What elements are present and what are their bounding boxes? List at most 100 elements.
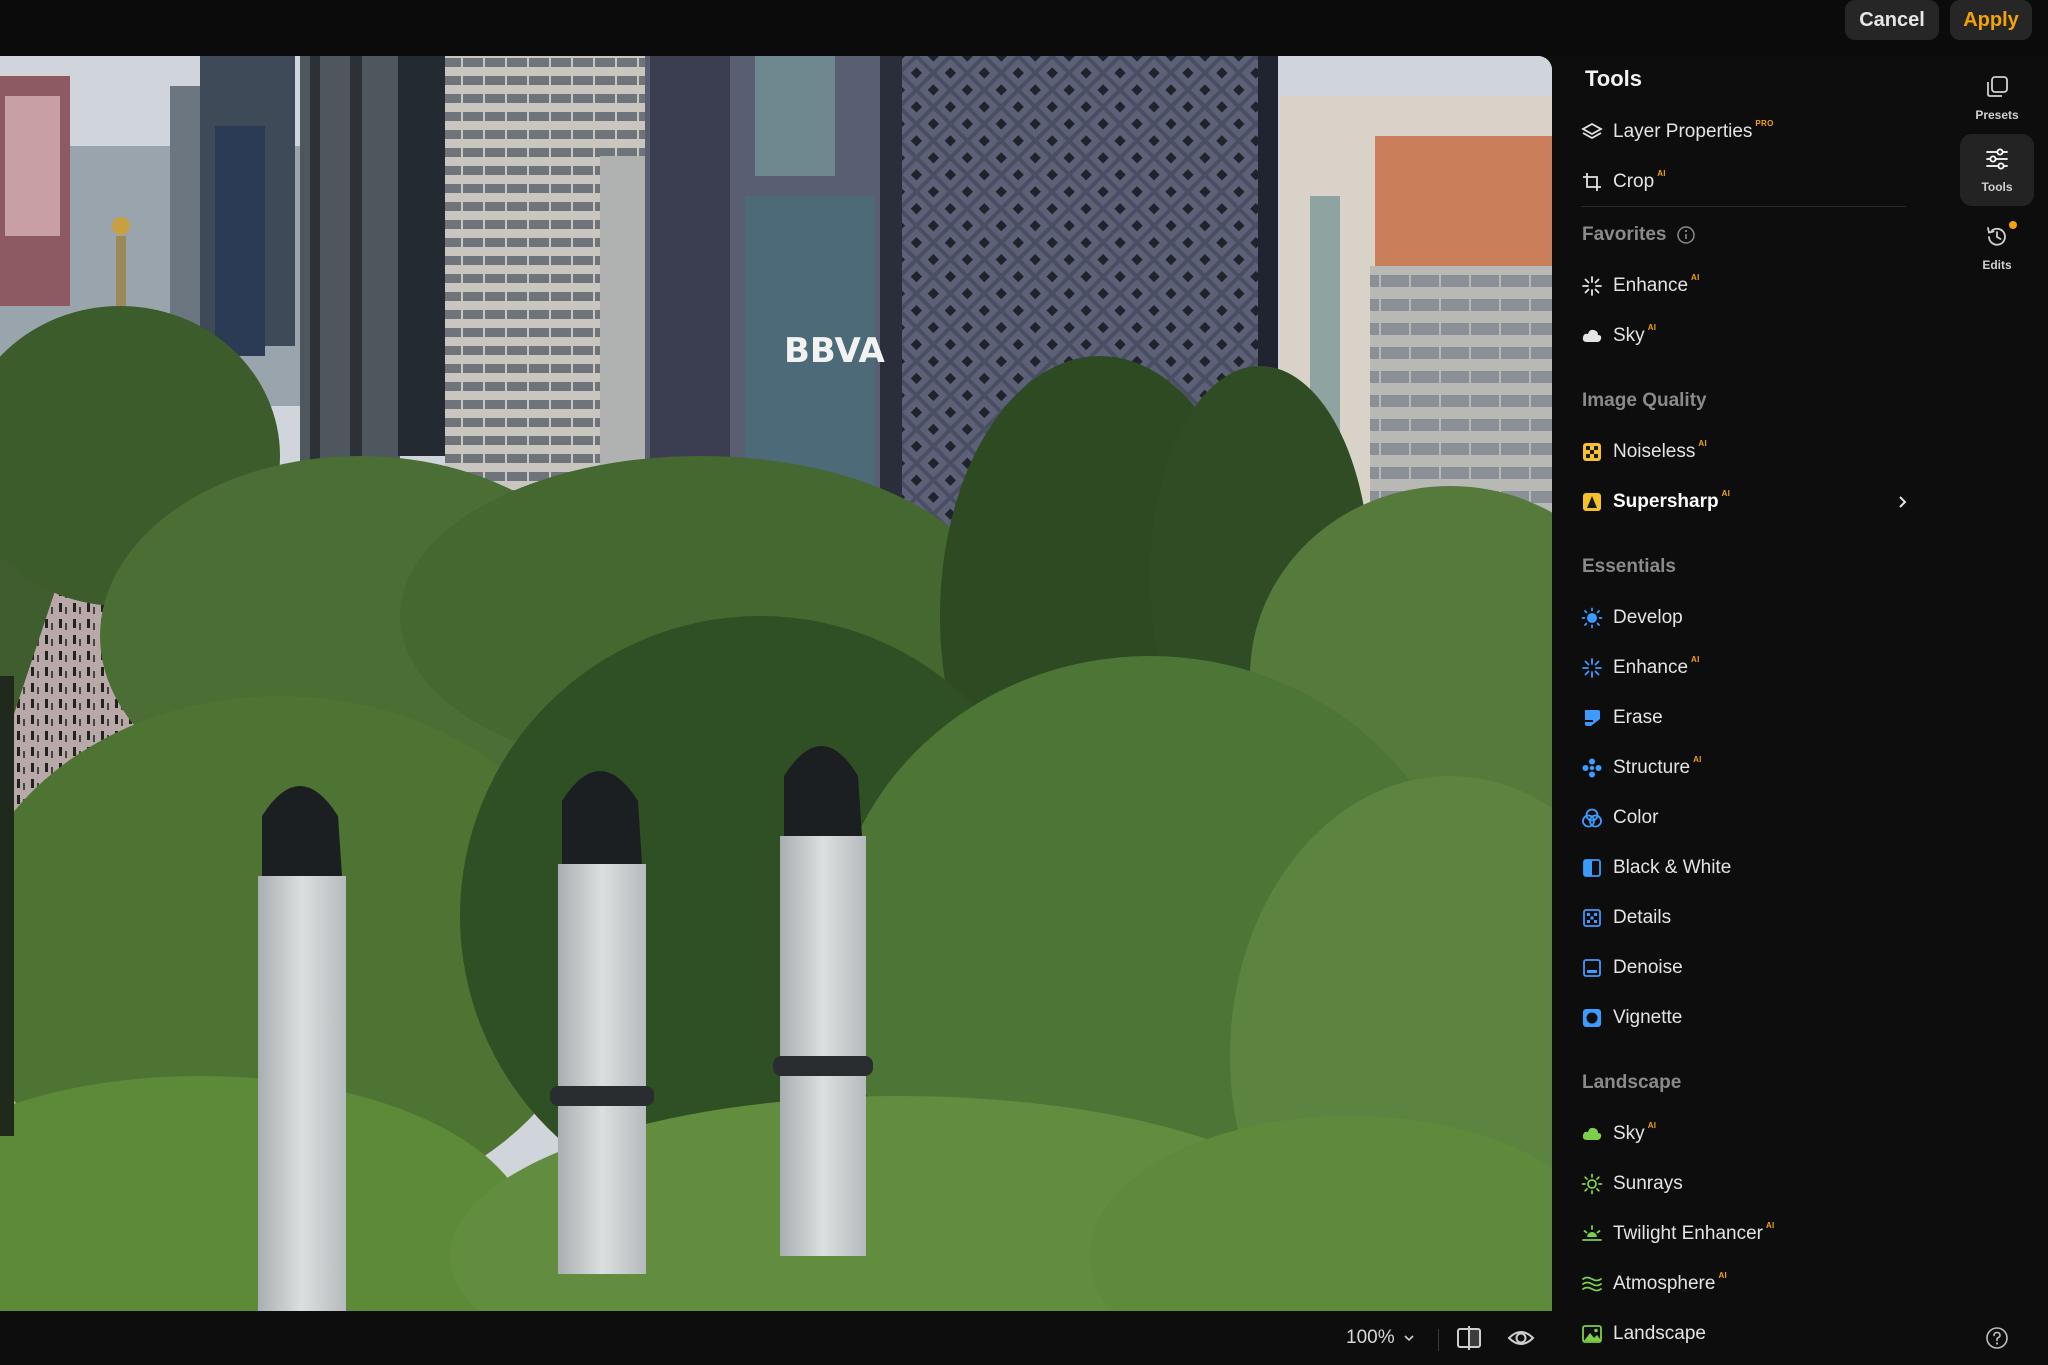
details-icon — [1583, 909, 1601, 927]
tool-label: Sunrays — [1613, 1173, 1683, 1194]
tool-label: Denoise — [1613, 957, 1683, 978]
sun-icon — [1581, 607, 1603, 629]
tool-landscape-sky[interactable]: Sky AI — [1581, 1116, 1911, 1152]
ai-badge: AI — [1765, 1221, 1775, 1230]
tool-erase[interactable]: Erase — [1581, 700, 1911, 736]
rail-label: Presets — [1975, 108, 2019, 122]
ai-badge: AI — [1691, 655, 1700, 664]
ai-badge: AI — [1718, 1271, 1728, 1280]
section-title: Essentials — [1582, 556, 1676, 577]
photo-canvas[interactable]: BBVA — [0, 56, 1552, 1311]
tool-label: Black & White — [1613, 857, 1732, 878]
crop-icon — [1583, 173, 1601, 191]
tool-layer-properties[interactable]: Layer Properties PRO — [1581, 114, 1911, 150]
right-rail: Presets Tools Edits — [1958, 56, 2048, 1365]
ai-badge: AI — [1721, 489, 1731, 498]
top-bar: Cancel Apply — [0, 0, 2048, 56]
landscape-icon — [1582, 1325, 1602, 1343]
tool-vignette[interactable]: Vignette — [1581, 1000, 1911, 1036]
layers-icon — [1581, 122, 1603, 140]
tool-label: Enhance — [1613, 275, 1689, 296]
rail-tools-button[interactable]: Tools — [1960, 134, 2034, 206]
twilight-icon — [1582, 1225, 1602, 1241]
photo-image: BBVA — [0, 56, 1552, 1311]
tool-sunrays[interactable]: Sunrays — [1581, 1166, 1911, 1202]
photo-editor-app: Cancel Apply BBVA 100% Tools Layer Prope… — [0, 0, 2048, 1365]
section-title: Image Quality — [1582, 390, 1707, 411]
color-icon — [1582, 808, 1602, 828]
tool-landscape[interactable]: Landscape — [1581, 1316, 1911, 1352]
tool-crop[interactable]: Crop AI — [1581, 164, 1911, 200]
tool-label: Structure — [1613, 757, 1691, 778]
tool-twilight-enhancer[interactable]: Twilight Enhancer AI — [1581, 1216, 1911, 1252]
cloud-icon — [1582, 329, 1602, 342]
tool-structure[interactable]: Structure AI — [1581, 750, 1911, 786]
pro-badge: PRO — [1755, 119, 1774, 128]
rail-presets-button[interactable]: Presets — [1960, 62, 2034, 134]
bottom-bar: 100% — [0, 1311, 1552, 1365]
tool-label: Twilight Enhancer — [1613, 1223, 1763, 1244]
ai-badge: AI — [1698, 439, 1707, 448]
rail-edits-button[interactable]: Edits — [1960, 212, 2034, 284]
panel-divider — [1581, 206, 1906, 207]
apply-button[interactable]: Apply — [1950, 0, 2032, 40]
tool-label: Noiseless — [1613, 441, 1696, 462]
tool-details[interactable]: Details — [1581, 900, 1911, 936]
bbva-sign: BBVA — [784, 331, 885, 371]
tool-label: Erase — [1613, 707, 1663, 728]
eye-icon[interactable] — [1506, 1324, 1536, 1352]
zoom-dropdown[interactable]: 100% — [1346, 1324, 1415, 1352]
tool-label: Vignette — [1613, 1007, 1683, 1028]
tool-atmosphere[interactable]: Atmosphere AI — [1581, 1266, 1911, 1302]
ai-badge: AI — [1691, 273, 1700, 282]
section-header-landscape: Landscape — [1582, 1072, 1681, 1094]
tool-label: Develop — [1613, 607, 1683, 628]
ai-badge: AI — [1657, 169, 1666, 178]
tool-label: Sky — [1613, 325, 1645, 346]
atmosphere-icon — [1582, 1276, 1602, 1292]
tool-label: Supersharp — [1613, 491, 1719, 512]
cancel-button[interactable]: Cancel — [1845, 0, 1939, 40]
tool-label: Landscape — [1613, 1323, 1706, 1344]
sparkle-icon — [1582, 276, 1602, 296]
section-header-essentials: Essentials — [1582, 556, 1676, 578]
cloud-icon — [1582, 1127, 1602, 1140]
compare-icon[interactable] — [1454, 1324, 1484, 1352]
section-header-favorites: Favorites — [1582, 224, 1696, 246]
tool-supersharp[interactable]: Supersharp AI — [1581, 484, 1911, 520]
section-title: Favorites — [1582, 224, 1667, 245]
tools-panel: Tools Layer Properties PRO Crop AI Favor… — [1552, 56, 1958, 1365]
tool-label: Atmosphere — [1613, 1273, 1716, 1294]
black-white-icon — [1583, 859, 1601, 877]
tool-black-white[interactable]: Black & White — [1581, 850, 1911, 886]
chevron-right-icon — [1899, 496, 1907, 508]
tool-label: Enhance — [1613, 657, 1689, 678]
chevron-down-icon — [1404, 1335, 1414, 1342]
toolbar-divider — [1438, 1329, 1439, 1351]
denoise-icon — [1583, 959, 1601, 977]
tool-denoise[interactable]: Denoise — [1581, 950, 1911, 986]
tool-develop[interactable]: Develop — [1581, 600, 1911, 636]
ai-badge: AI — [1693, 755, 1702, 764]
help-icon[interactable] — [1985, 1326, 2009, 1350]
tool-label: Layer Properties — [1613, 121, 1753, 142]
tool-essentials-enhance[interactable]: Enhance AI — [1581, 650, 1911, 686]
tool-noiseless[interactable]: Noiseless AI — [1581, 434, 1911, 470]
tool-label: Details — [1613, 907, 1672, 928]
sunrays-icon — [1581, 1173, 1603, 1195]
ai-badge: AI — [1647, 1121, 1657, 1130]
sparkle-icon — [1582, 658, 1602, 678]
tool-label: Sky — [1613, 1123, 1645, 1144]
tool-label: Color — [1613, 807, 1659, 828]
rail-label: Tools — [1981, 180, 2013, 194]
structure-icon — [1582, 758, 1602, 778]
tool-favorites-sky[interactable]: Sky AI — [1581, 318, 1911, 354]
history-icon — [1987, 227, 2006, 246]
tool-favorites-enhance[interactable]: Enhance AI — [1581, 268, 1911, 304]
rail-label: Edits — [1982, 258, 2012, 272]
supersharp-icon — [1583, 493, 1601, 511]
tool-color[interactable]: Color — [1581, 800, 1911, 836]
info-icon[interactable] — [1676, 225, 1696, 245]
ai-badge: AI — [1647, 323, 1657, 332]
eraser-icon — [1585, 710, 1600, 726]
